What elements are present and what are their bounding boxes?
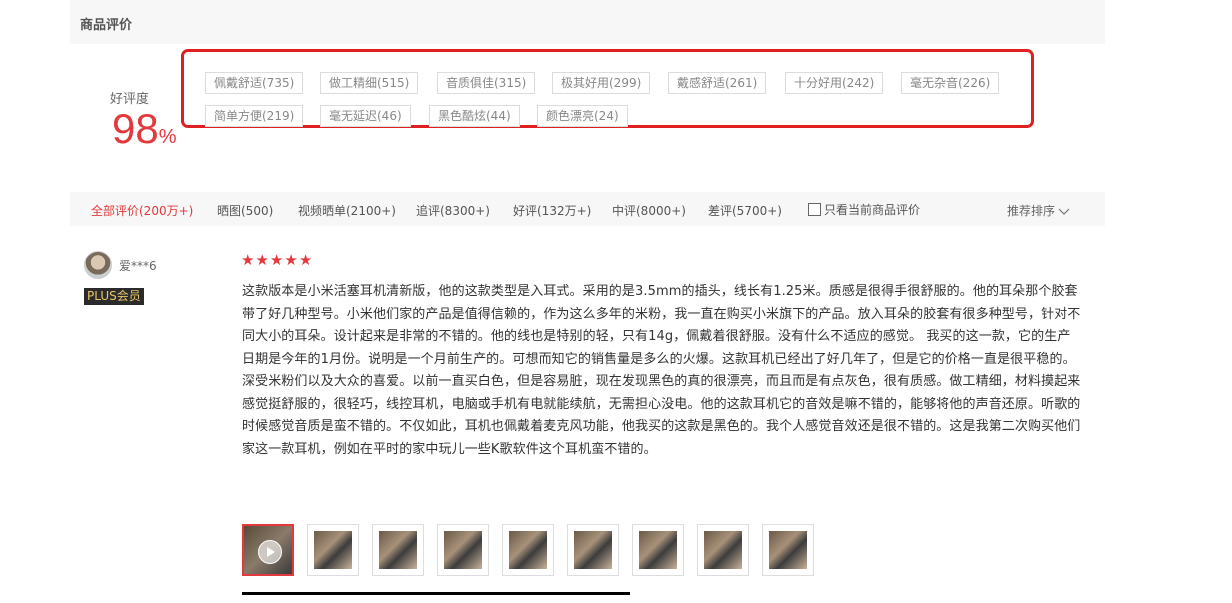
star-icon: ★ (298, 251, 313, 269)
review-tag[interactable]: 佩戴舒适(735) (205, 72, 304, 94)
sort-label: 推荐排序 (1007, 204, 1056, 218)
photo-thumbnail[interactable] (697, 524, 749, 576)
section-header: 商品评价 (70, 0, 1105, 44)
username: 爱***6 (119, 259, 157, 273)
review-tag[interactable]: 毫无杂音(226) (901, 72, 1000, 94)
filter-tab-all[interactable]: 全部评价(200万+) (91, 202, 193, 219)
photo-thumbnail[interactable] (632, 524, 684, 576)
section-title: 商品评价 (80, 18, 133, 33)
star-icon: ★ (269, 251, 284, 269)
photo-thumbnail[interactable] (437, 524, 489, 576)
photo-thumbnail[interactable] (762, 524, 814, 576)
review-tag[interactable]: 做工精细(515) (320, 72, 419, 94)
video-thumbnail[interactable] (242, 524, 294, 576)
filter-tab-photos[interactable]: 晒图(500) (217, 202, 273, 219)
review-tag[interactable]: 十分好用(242) (785, 72, 884, 94)
review-filter-bar: 全部评价(200万+) 晒图(500) 视频晒单(2100+) 追评(8300+… (70, 192, 1105, 226)
rating-value: 98% (112, 108, 177, 150)
play-icon (258, 540, 282, 564)
filter-tab-neutral[interactable]: 中评(8000+) (612, 202, 686, 219)
photo-thumbnail[interactable] (502, 524, 554, 576)
filter-tab-videos[interactable]: 视频晒单(2100+) (298, 202, 396, 219)
review-text: 这款版本是小米活塞耳机清新版，他的这款类型是入耳式。采用的是3.5mm的插头，线… (242, 284, 1081, 457)
review-tag[interactable]: 音质俱佳(315) (437, 72, 536, 94)
review-tag[interactable]: 简单方便(219) (205, 105, 304, 127)
rating-unit: % (158, 126, 177, 148)
checkbox-box[interactable] (808, 203, 821, 216)
star-icon: ★ (241, 251, 255, 269)
only-current-checkbox[interactable]: 只看当前商品评价 (808, 201, 920, 218)
sort-dropdown[interactable]: 推荐排序 (1007, 202, 1070, 219)
review-tag[interactable]: 戴感舒适(261) (668, 72, 767, 94)
rating-number: 98 (112, 105, 159, 152)
filter-tab-positive[interactable]: 好评(132万+) (513, 202, 591, 219)
user-avatar[interactable] (84, 251, 112, 279)
photo-thumbnail[interactable] (372, 524, 424, 576)
star-icon: ★ (255, 251, 269, 269)
review-tag[interactable]: 极其好用(299) (552, 72, 651, 94)
review-tag[interactable]: 颜色漂亮(24) (537, 105, 628, 127)
filter-tab-negative[interactable]: 差评(5700+) (708, 202, 782, 219)
chevron-down-icon (1058, 208, 1070, 215)
plus-member-badge: PLUS会员 (84, 288, 144, 305)
star-rating: ★★★★★ (241, 250, 313, 269)
filter-tab-followup[interactable]: 追评(8300+) (416, 202, 490, 219)
review-tag[interactable]: 黑色酷炫(44) (429, 105, 520, 127)
star-icon: ★ (284, 251, 298, 269)
photo-thumbnail[interactable] (567, 524, 619, 576)
only-current-label: 只看当前商品评价 (824, 203, 921, 217)
divider (242, 592, 630, 595)
review-tag[interactable]: 毫无延迟(46) (320, 105, 411, 127)
photo-thumbnail[interactable] (307, 524, 359, 576)
